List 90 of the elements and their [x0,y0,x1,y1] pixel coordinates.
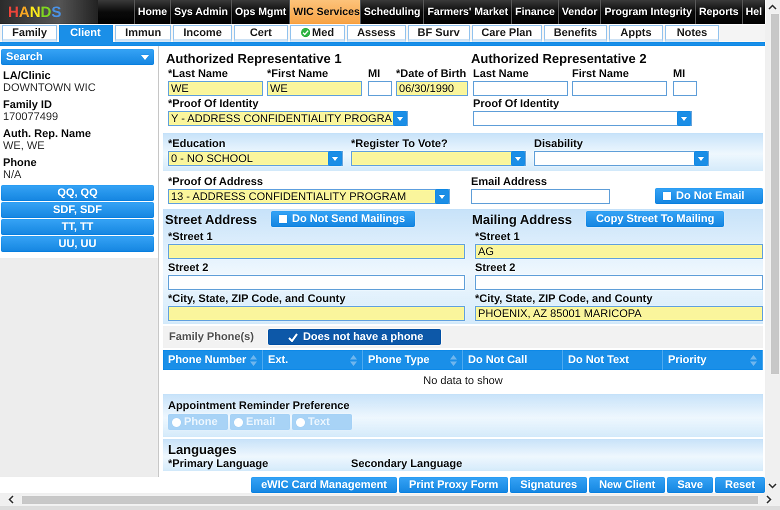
field-label: Secondary Language [351,458,464,471]
section-heading: Authorized Representative 2 [471,51,648,66]
field-label: *Date of Birth [396,68,468,81]
caret-icon [511,151,525,166]
sort-icon [750,354,757,366]
field-label: Street 2 [475,262,516,275]
check-icon [300,27,310,38]
input-field[interactable]: WE [168,81,263,96]
field-label: *Street 1 [475,231,521,244]
field-label: Street 2 [168,262,210,275]
caret-icon [141,54,149,60]
detail-label: Phone [3,157,38,169]
field-label: First Name [572,68,630,81]
toggle-button[interactable]: Does not have a phone [268,329,442,345]
field-label: *Education [168,138,226,151]
detail-value: WE, WE [3,140,46,152]
caret-icon [328,151,342,166]
caret-icon [435,189,449,204]
input-field[interactable] [168,244,465,259]
field-label: MI [368,68,382,81]
tab[interactable]: Family [2,25,58,42]
scroll-down-icon [768,483,777,489]
check-icon [288,332,298,342]
sort-icon [250,354,257,366]
sort-icon [450,354,457,366]
field-label: MI [673,68,686,81]
tab[interactable]: Immun [115,25,172,42]
tab[interactable]: Care Plan [472,25,542,42]
detail-label: Family ID [3,99,53,111]
field-label: *Primary Language [168,458,270,471]
field-label: *Proof Of Address [168,176,264,189]
detail-value: 170077499 [3,111,60,123]
field-label: *Proof Of Identity [168,98,260,111]
dropdown-field[interactable]: 0 - NO SCHOOL [168,151,343,166]
section-label: Family Phone(s) [169,331,254,343]
section-heading: Languages [168,442,238,457]
vertical-scrollbar[interactable] [765,0,780,493]
horizontal-scrollbar[interactable] [0,493,780,506]
tab[interactable]: Appts [609,25,663,42]
scroll-up-icon [768,4,777,10]
detail-value: N/A [3,169,22,181]
scroll-right-icon [766,495,772,504]
field-label: Appointment Reminder Preference [168,400,351,413]
caret-icon [393,111,407,126]
input-field[interactable] [473,81,568,96]
field-label: *City, State, ZIP Code, and County [475,293,654,306]
input-field[interactable]: AG [475,244,763,259]
input-field[interactable]: WE [267,81,362,96]
field-label: *Register To Vote? [351,138,449,151]
detail-label: LA/Clinic [3,70,52,82]
input-field[interactable] [673,81,697,96]
tab[interactable]: Benefits [544,25,607,42]
input-field[interactable]: 06/30/1990 [396,81,468,96]
scroll-left-icon [8,495,14,504]
dropdown-field[interactable]: 13 - ADDRESS CONFIDENTIALITY PROGRAM [168,189,450,204]
field-label: Disability [534,138,584,151]
field-label: *Street 1 [168,231,214,244]
field-label: *City, State, ZIP Code, and County [168,293,346,306]
section-heading: Authorized Representative 1 [166,51,343,66]
tab[interactable]: Income [173,25,232,42]
caret-icon [694,151,708,166]
input-field[interactable] [475,275,763,290]
nav-item[interactable]: WIC Services [289,0,360,24]
tab[interactable]: Med [290,25,346,42]
dropdown-field[interactable]: Y - ADDRESS CONFIDENTIALITY PROGRA [168,111,408,126]
input-field[interactable] [471,189,610,204]
dropdown-field[interactable] [473,111,692,126]
dropdown-field[interactable] [534,151,709,166]
section-heading: Street Address [165,212,257,226]
field-label: *First Name [267,68,330,81]
section-heading: Mailing Address [472,212,572,226]
field-label: *Last Name [168,68,229,81]
tab[interactable]: Assess [347,25,406,42]
detail-label: Auth. Rep. Name [3,128,92,140]
input-field[interactable] [168,306,465,321]
tab[interactable]: Cert [234,25,288,42]
input-field[interactable] [368,81,392,96]
field-label: Last Name [473,68,530,81]
sort-icon [350,354,357,366]
dropdown-field[interactable] [351,151,526,166]
field-label: Proof Of Identity [473,98,560,111]
input-field[interactable] [572,81,667,96]
tab[interactable]: BF Surv [408,25,470,42]
input-field[interactable] [168,275,465,290]
caret-icon [677,111,691,126]
detail-value: DOWNTOWN WIC [3,82,97,94]
field-label: Email Address [471,176,548,189]
tab[interactable]: Notes [665,25,719,42]
logo: HANDS [0,0,98,24]
input-field[interactable]: PHOENIX, AZ 85001 MARICOPA [475,306,763,321]
